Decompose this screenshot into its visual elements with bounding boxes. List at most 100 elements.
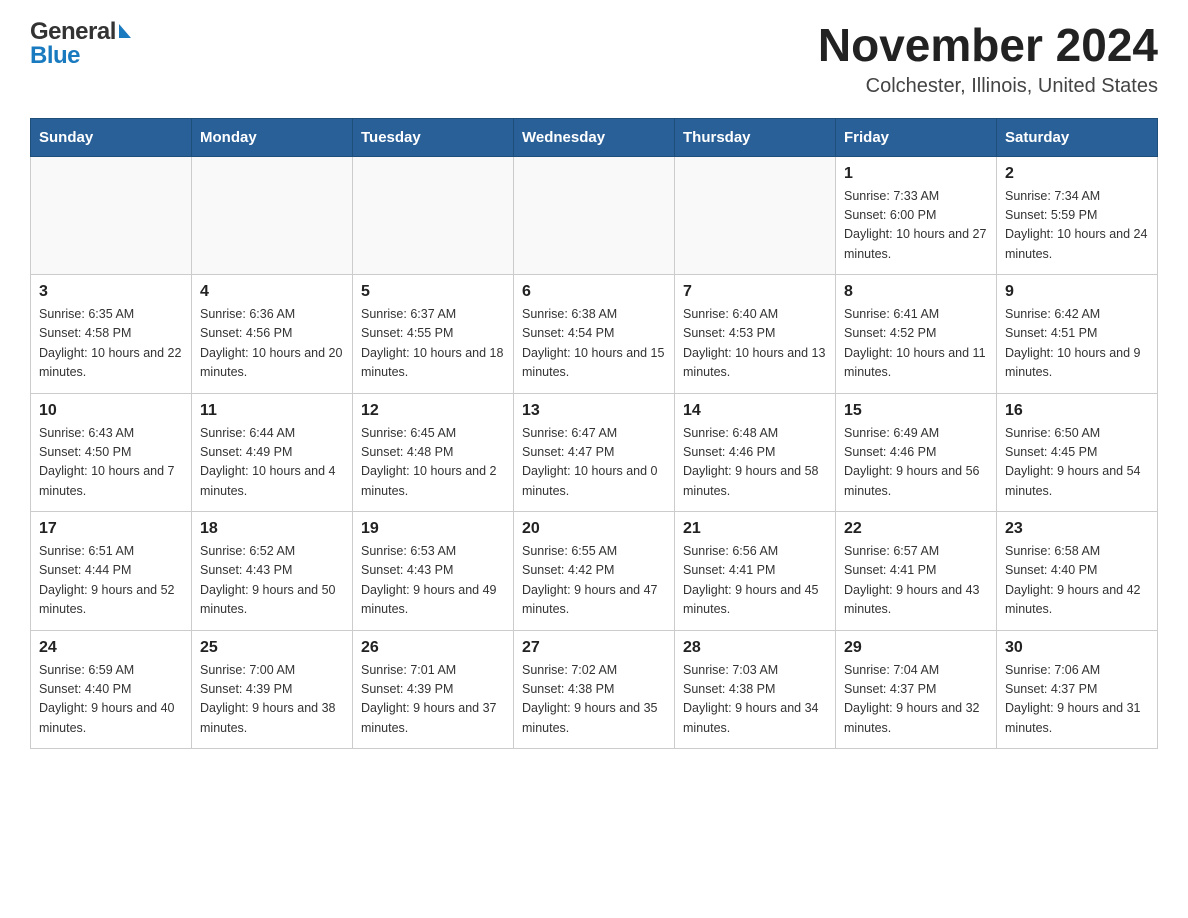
sun-info: Sunrise: 6:44 AMSunset: 4:49 PMDaylight:… [200,424,344,502]
page-title: November 2024 [818,20,1158,71]
logo-general-text: General [30,20,131,44]
calendar-cell: 14 Sunrise: 6:48 AMSunset: 4:46 PMDayligh… [675,393,836,512]
day-number: 26 [361,639,505,657]
calendar-cell: 3 Sunrise: 6:35 AMSunset: 4:58 PMDaylight… [31,275,192,394]
calendar-cell: 8 Sunrise: 6:41 AMSunset: 4:52 PMDaylight… [836,275,997,394]
col-tuesday: Tuesday [353,118,514,156]
calendar-cell [353,156,514,275]
sun-info: Sunrise: 7:33 AMSunset: 6:00 PMDaylight:… [844,187,988,265]
calendar-cell: 26 Sunrise: 7:01 AMSunset: 4:39 PMDayligh… [353,630,514,749]
calendar-cell: 23 Sunrise: 6:58 AMSunset: 4:40 PMDayligh… [997,512,1158,631]
day-number: 6 [522,283,666,301]
calendar-week-row: 10 Sunrise: 6:43 AMSunset: 4:50 PMDayligh… [31,393,1158,512]
page-subtitle: Colchester, Illinois, United States [818,75,1158,98]
calendar-cell: 24 Sunrise: 6:59 AMSunset: 4:40 PMDayligh… [31,630,192,749]
day-number: 9 [1005,283,1149,301]
calendar-cell [675,156,836,275]
calendar-cell: 13 Sunrise: 6:47 AMSunset: 4:47 PMDayligh… [514,393,675,512]
day-number: 22 [844,520,988,538]
sun-info: Sunrise: 6:36 AMSunset: 4:56 PMDaylight:… [200,305,344,383]
sun-info: Sunrise: 6:57 AMSunset: 4:41 PMDaylight:… [844,542,988,620]
day-number: 28 [683,639,827,657]
sun-info: Sunrise: 7:01 AMSunset: 4:39 PMDaylight:… [361,661,505,739]
calendar-cell: 21 Sunrise: 6:56 AMSunset: 4:41 PMDayligh… [675,512,836,631]
calendar-cell: 6 Sunrise: 6:38 AMSunset: 4:54 PMDaylight… [514,275,675,394]
day-number: 24 [39,639,183,657]
logo-blue-text: Blue [30,44,131,68]
sun-info: Sunrise: 6:53 AMSunset: 4:43 PMDaylight:… [361,542,505,620]
sun-info: Sunrise: 7:02 AMSunset: 4:38 PMDaylight:… [522,661,666,739]
day-number: 20 [522,520,666,538]
sun-info: Sunrise: 6:58 AMSunset: 4:40 PMDaylight:… [1005,542,1149,620]
day-number: 25 [200,639,344,657]
title-block: November 2024 Colchester, Illinois, Unit… [818,20,1158,98]
calendar-cell: 2 Sunrise: 7:34 AMSunset: 5:59 PMDaylight… [997,156,1158,275]
day-number: 16 [1005,402,1149,420]
calendar-week-row: 24 Sunrise: 6:59 AMSunset: 4:40 PMDayligh… [31,630,1158,749]
calendar-cell: 30Sunrise: 7:06 AMSunset: 4:37 PMDayligh… [997,630,1158,749]
day-number: 29 [844,639,988,657]
calendar-cell: 9 Sunrise: 6:42 AMSunset: 4:51 PMDaylight… [997,275,1158,394]
day-number: 7 [683,283,827,301]
calendar-cell: 18 Sunrise: 6:52 AMSunset: 4:43 PMDayligh… [192,512,353,631]
calendar-cell: 29Sunrise: 7:04 AMSunset: 4:37 PMDayligh… [836,630,997,749]
sun-info: Sunrise: 6:42 AMSunset: 4:51 PMDaylight:… [1005,305,1149,383]
col-monday: Monday [192,118,353,156]
sun-info: Sunrise: 6:38 AMSunset: 4:54 PMDaylight:… [522,305,666,383]
sun-info: Sunrise: 6:41 AMSunset: 4:52 PMDaylight:… [844,305,988,383]
col-friday: Friday [836,118,997,156]
calendar-cell: 12Sunrise: 6:45 AMSunset: 4:48 PMDayligh… [353,393,514,512]
day-number: 12 [361,402,505,420]
day-number: 11 [200,402,344,420]
day-number: 14 [683,402,827,420]
calendar-cell: 7 Sunrise: 6:40 AMSunset: 4:53 PMDaylight… [675,275,836,394]
day-number: 18 [200,520,344,538]
col-saturday: Saturday [997,118,1158,156]
sun-info: Sunrise: 6:52 AMSunset: 4:43 PMDaylight:… [200,542,344,620]
day-number: 30 [1005,639,1149,657]
calendar-cell: 10 Sunrise: 6:43 AMSunset: 4:50 PMDayligh… [31,393,192,512]
day-number: 13 [522,402,666,420]
logo: General Blue [30,20,131,68]
calendar-cell: 16 Sunrise: 6:50 AMSunset: 4:45 PMDayligh… [997,393,1158,512]
day-number: 3 [39,283,183,301]
day-number: 8 [844,283,988,301]
sun-info: Sunrise: 6:49 AMSunset: 4:46 PMDaylight:… [844,424,988,502]
sun-info: Sunrise: 6:43 AMSunset: 4:50 PMDaylight:… [39,424,183,502]
page-header: General Blue November 2024 Colchester, I… [30,20,1158,98]
sun-info: Sunrise: 6:35 AMSunset: 4:58 PMDaylight:… [39,305,183,383]
col-wednesday: Wednesday [514,118,675,156]
sun-info: Sunrise: 6:55 AMSunset: 4:42 PMDaylight:… [522,542,666,620]
sun-info: Sunrise: 7:34 AMSunset: 5:59 PMDaylight:… [1005,187,1149,265]
sun-info: Sunrise: 6:48 AMSunset: 4:46 PMDaylight:… [683,424,827,502]
sun-info: Sunrise: 7:00 AMSunset: 4:39 PMDaylight:… [200,661,344,739]
day-number: 5 [361,283,505,301]
day-number: 21 [683,520,827,538]
calendar-cell: 5Sunrise: 6:37 AMSunset: 4:55 PMDaylight… [353,275,514,394]
sun-info: Sunrise: 6:56 AMSunset: 4:41 PMDaylight:… [683,542,827,620]
calendar-header-row: Sunday Monday Tuesday Wednesday Thursday… [31,118,1158,156]
day-number: 15 [844,402,988,420]
sun-info: Sunrise: 6:47 AMSunset: 4:47 PMDaylight:… [522,424,666,502]
day-number: 1 [844,165,988,183]
day-number: 10 [39,402,183,420]
day-number: 23 [1005,520,1149,538]
day-number: 17 [39,520,183,538]
calendar-cell [192,156,353,275]
calendar-cell: 28Sunrise: 7:03 AMSunset: 4:38 PMDayligh… [675,630,836,749]
day-number: 2 [1005,165,1149,183]
calendar-cell [31,156,192,275]
calendar-cell [514,156,675,275]
sun-info: Sunrise: 6:50 AMSunset: 4:45 PMDaylight:… [1005,424,1149,502]
sun-info: Sunrise: 6:59 AMSunset: 4:40 PMDaylight:… [39,661,183,739]
sun-info: Sunrise: 6:40 AMSunset: 4:53 PMDaylight:… [683,305,827,383]
calendar-cell: 20 Sunrise: 6:55 AMSunset: 4:42 PMDayligh… [514,512,675,631]
calendar-cell: 17 Sunrise: 6:51 AMSunset: 4:44 PMDayligh… [31,512,192,631]
day-number: 27 [522,639,666,657]
sun-info: Sunrise: 6:51 AMSunset: 4:44 PMDaylight:… [39,542,183,620]
calendar-cell: 19 Sunrise: 6:53 AMSunset: 4:43 PMDayligh… [353,512,514,631]
calendar-cell: 4 Sunrise: 6:36 AMSunset: 4:56 PMDaylight… [192,275,353,394]
day-number: 19 [361,520,505,538]
day-number: 4 [200,283,344,301]
col-thursday: Thursday [675,118,836,156]
